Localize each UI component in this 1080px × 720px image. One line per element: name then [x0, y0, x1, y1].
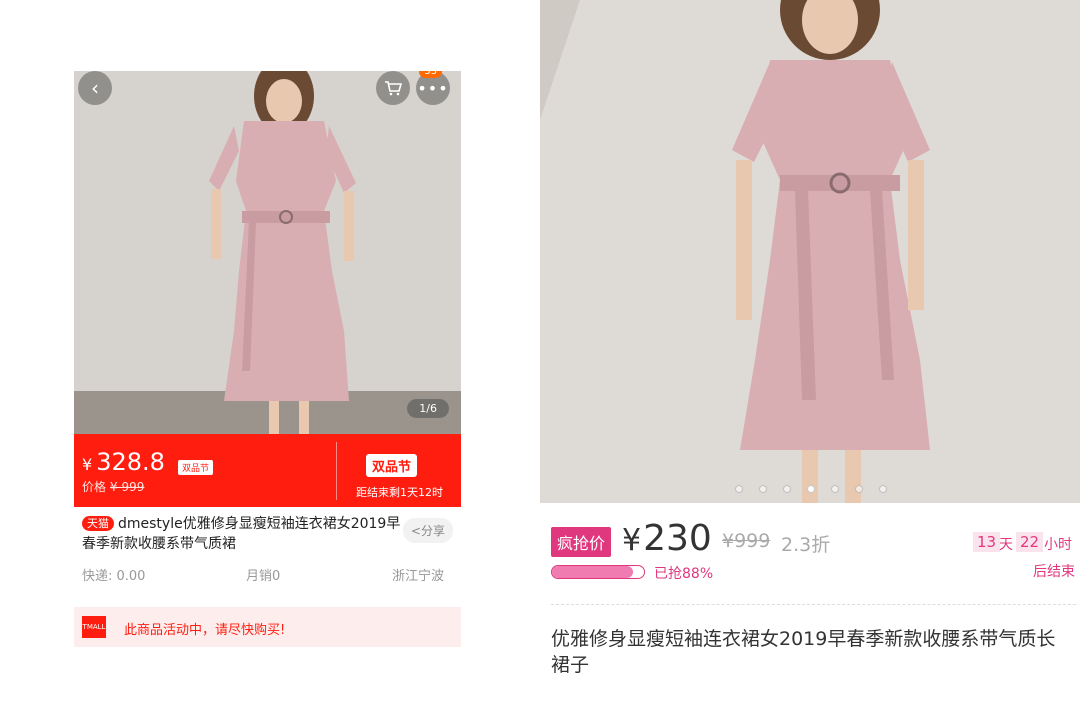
dress-model-photo-large [540, 0, 1080, 503]
cart-button[interactable] [376, 71, 410, 105]
days-unit: 天 [999, 537, 1013, 553]
current-price: ¥230 [622, 518, 712, 559]
notification-badge: 33 [419, 71, 442, 78]
right-product-card: 疯抢价 ¥230 ¥999 2.3折 13 天 22 小时 已抢88% 后结束 … [540, 0, 1080, 720]
carousel-dot[interactable] [783, 485, 791, 493]
carousel-dot[interactable] [855, 485, 863, 493]
notice-text: 此商品活动中，请尽快购买! [124, 623, 286, 638]
activity-notice: TMALL 此商品活动中，请尽快购买! [74, 607, 461, 647]
divider [551, 604, 1076, 605]
share-button[interactable]: <分享 [402, 518, 453, 543]
carousel-dot[interactable] [879, 485, 887, 493]
product-image-large[interactable] [540, 0, 1080, 503]
hours-unit: 小时 [1044, 537, 1072, 553]
discount-label: 2.3折 [781, 534, 831, 556]
carousel-dot[interactable] [735, 485, 743, 493]
more-button[interactable]: ••• 33 [416, 71, 450, 105]
monthly-sales: 月销0 [246, 569, 281, 584]
carousel-dot[interactable] [807, 485, 815, 493]
product-title: 天猫 dmestyle优雅修身显瘦短袖连衣裙女2019早春季新款收腰系带气质裙 [82, 516, 401, 552]
divider [336, 442, 337, 500]
original-price: 价格 ¥ 999 [82, 480, 145, 494]
more-icon: ••• [417, 78, 449, 98]
shipping-fee: 快递: 0.00 [82, 569, 146, 584]
original-price: ¥999 [722, 530, 771, 552]
sold-progress-bar [551, 565, 645, 579]
price-row: 疯抢价 ¥230 ¥999 2.3折 13 天 22 小时 [540, 518, 1080, 564]
festival-logo: 双品节 [366, 454, 418, 477]
dress-model-photo [74, 71, 461, 434]
festival-mini-logo: 双品节 [178, 460, 214, 475]
cart-icon [385, 81, 402, 96]
countdown-days: 13 [973, 532, 1001, 552]
carousel-dot[interactable] [759, 485, 767, 493]
sold-text: 已抢88% [654, 566, 714, 582]
image-counter: 1/6 [407, 399, 449, 418]
carousel-indicator[interactable] [735, 485, 887, 493]
back-button[interactable]: ‹ [78, 71, 112, 105]
sold-progress-fill [552, 566, 633, 578]
countdown-hours: 22 [1016, 532, 1044, 552]
tmall-logo-icon: TMALL [82, 616, 106, 638]
countdown-text: 距结束剩1天12时 [356, 486, 443, 499]
chevron-left-icon: ‹ [91, 76, 99, 100]
promo-price-bar: ¥328.8 双品节 价格 ¥ 999 双品节 距结束剩1天12时 [74, 434, 461, 507]
flash-price-tag: 疯抢价 [551, 527, 612, 557]
ship-location: 浙江宁波 [392, 569, 445, 584]
share-icon: < [410, 524, 421, 538]
carousel-dot[interactable] [831, 485, 839, 493]
tmall-badge: 天猫 [82, 516, 114, 531]
product-image[interactable]: ‹ ••• 33 1/6 [74, 71, 461, 434]
product-title: 优雅修身显瘦短袖连衣裙女2019早春季新款收腰系带气质长裙子 [551, 628, 1056, 676]
current-price: ¥328.8 [82, 448, 165, 476]
left-product-card: ‹ ••• 33 1/6 ¥328.8 双品节 价格 ¥ 999 双品节 距结束剩… [74, 71, 461, 649]
end-label: 后结束 [1033, 564, 1075, 580]
meta-row: 快递: 0.00 月销0 浙江宁波 [74, 565, 461, 585]
